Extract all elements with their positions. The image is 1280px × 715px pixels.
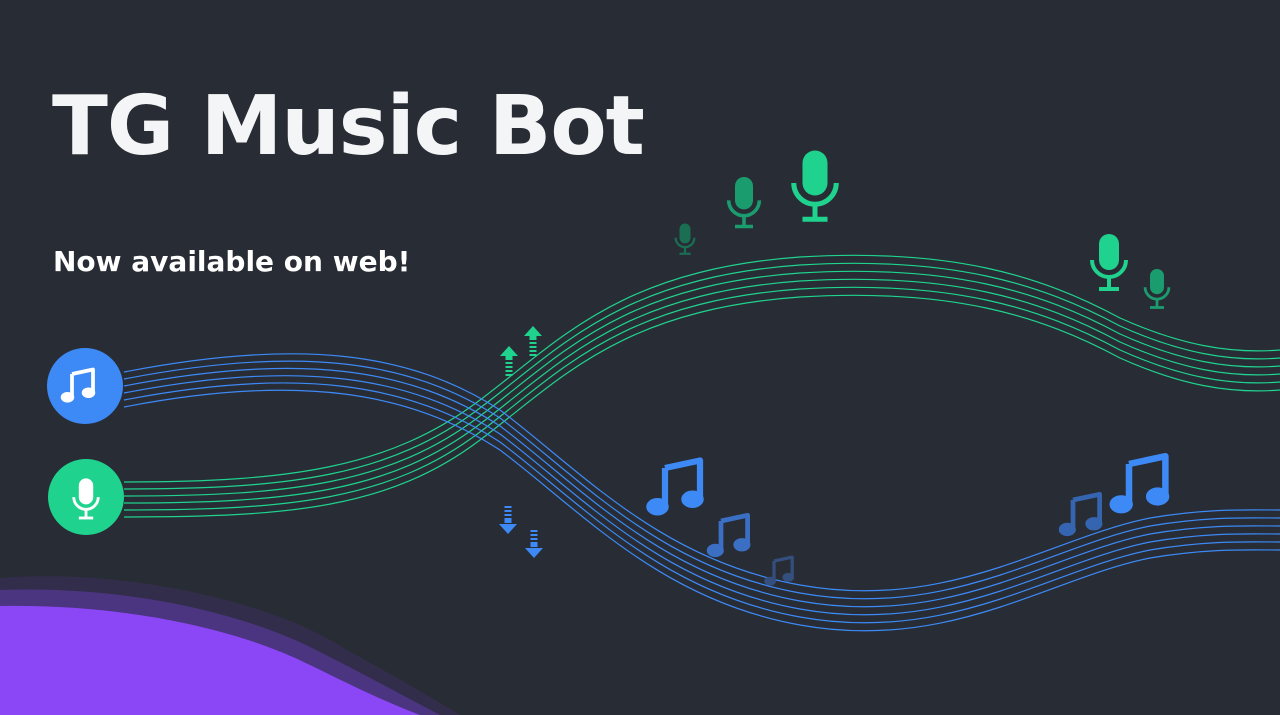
voice-source-circle [48,459,124,535]
music-note-icon [707,515,751,557]
music-source-circle [47,348,123,424]
microphone-icon [674,222,696,255]
arrow-up-icon [524,326,542,356]
arrow-down-icon [499,506,517,534]
arrow-up-icon [500,346,518,376]
microphone-icon [726,175,762,229]
hero-banner: TG Music Bot Now available on web! [0,0,1280,715]
music-note-icon [1059,494,1103,536]
page-title: TG Music Bot [52,79,645,174]
music-note-icon [762,555,796,588]
microphone-icon [794,151,837,220]
arrow-down-icon [525,530,543,558]
microphone-icon [1090,232,1128,291]
music-note-icon [646,461,704,516]
tagline: Now available on web! [53,245,411,278]
music-note-icon [1110,456,1170,513]
purple-wave [0,576,460,715]
microphone-icon [1143,267,1171,309]
